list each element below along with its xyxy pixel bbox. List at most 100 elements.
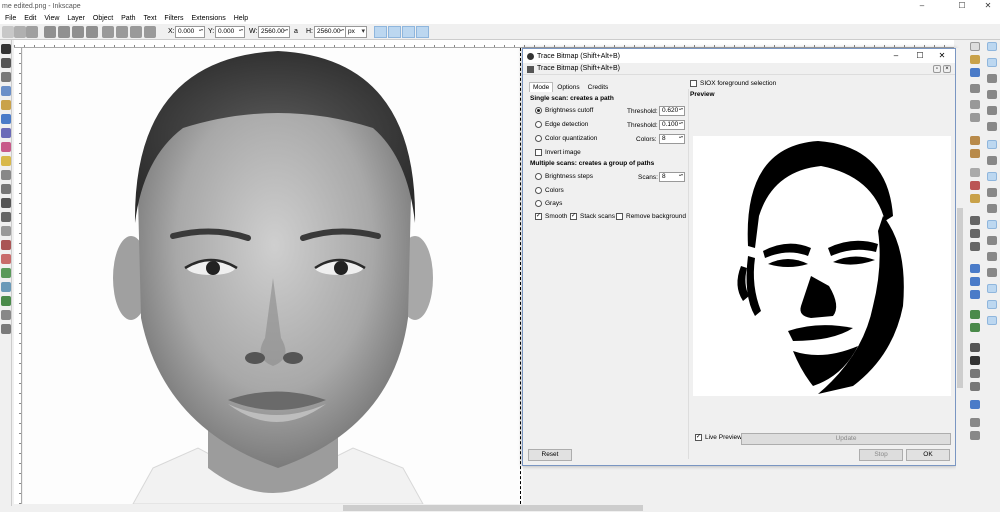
zoom-tool-icon[interactable] (1, 86, 11, 96)
ok-button[interactable]: OK (906, 449, 950, 461)
dialog-maximize-button[interactable]: ☐ (909, 49, 931, 63)
color-quantization-option[interactable]: Color quantization (535, 135, 597, 142)
dialog-minimize-button[interactable]: – (885, 49, 907, 63)
mesh-tool-icon[interactable] (1, 296, 11, 306)
dialog-pin-icon[interactable]: ▫ (933, 65, 941, 73)
star-tool-icon[interactable] (1, 156, 11, 166)
tab-credits[interactable]: Credits (584, 82, 613, 92)
spiral-tool-icon[interactable] (1, 170, 11, 180)
canvas[interactable] (23, 48, 523, 504)
x-input[interactable]: 0.000 (175, 26, 205, 38)
color-quantization-radio[interactable] (535, 135, 542, 142)
scale-corners-icon[interactable] (388, 26, 401, 38)
reset-button[interactable]: Reset (528, 449, 572, 461)
ellipse-tool-icon[interactable] (1, 142, 11, 152)
close-button[interactable]: ✕ (976, 0, 1000, 12)
tab-options[interactable]: Options (553, 82, 583, 92)
select-all-icon[interactable] (2, 26, 14, 38)
preferences-icon[interactable] (970, 418, 980, 427)
brightness-cutoff-radio[interactable] (535, 107, 542, 114)
menu-text[interactable]: Text (140, 15, 161, 22)
snap-cusp-nodes-icon[interactable] (987, 188, 997, 197)
box3d-tool-icon[interactable] (1, 128, 11, 138)
menu-edit[interactable]: Edit (20, 15, 40, 22)
text-tool-icon[interactable] (1, 226, 11, 236)
dialog-close-button[interactable]: ✕ (931, 49, 953, 63)
layers-icon[interactable] (970, 369, 980, 378)
zoom-drawing-icon[interactable] (970, 229, 980, 238)
w-input[interactable]: 2560.00 (258, 26, 290, 38)
redo-icon[interactable] (970, 149, 980, 158)
menu-extensions[interactable]: Extensions (187, 15, 229, 22)
smooth-option[interactable]: ✓ Smooth (535, 213, 567, 220)
clone-icon[interactable] (970, 277, 980, 286)
vertical-scrollbar[interactable] (956, 48, 964, 504)
menu-object[interactable]: Object (89, 15, 117, 22)
snap-bbox-midpoint-icon[interactable] (987, 106, 997, 115)
copy-icon[interactable] (970, 168, 980, 177)
y-input[interactable]: 0.000 (215, 26, 245, 38)
pen-tool-icon[interactable] (1, 198, 11, 208)
menu-path[interactable]: Path (117, 15, 139, 22)
new-document-icon[interactable] (970, 42, 980, 51)
xml-editor-icon[interactable] (970, 382, 980, 391)
spray-tool-icon[interactable] (1, 240, 11, 250)
stop-button[interactable]: Stop (859, 449, 903, 461)
move-gradients-icon[interactable] (402, 26, 415, 38)
unit-select[interactable]: px (345, 26, 367, 38)
text-font-icon[interactable] (970, 356, 980, 365)
maximize-button[interactable]: ☐ (950, 0, 974, 12)
tab-mode[interactable]: Mode (529, 82, 554, 92)
remove-background-checkbox[interactable] (616, 213, 623, 220)
snap-smooth-nodes-icon[interactable] (987, 204, 997, 213)
duplicate-icon[interactable] (970, 264, 980, 273)
snap-centers-icon[interactable] (987, 236, 997, 245)
live-preview-checkbox[interactable]: ✓ (695, 434, 702, 441)
snap-bbox-icon[interactable] (987, 58, 997, 67)
horizontal-ruler[interactable] (14, 40, 954, 48)
zoom-page-icon[interactable] (970, 242, 980, 251)
smooth-checkbox[interactable]: ✓ (535, 213, 542, 220)
edge-detection-radio[interactable] (535, 121, 542, 128)
menu-help[interactable]: Help (230, 15, 252, 22)
siox-checkbox[interactable] (690, 80, 697, 87)
snap-grid-icon[interactable] (987, 300, 997, 309)
move-patterns-icon[interactable] (416, 26, 429, 38)
snap-midpoints-icon[interactable] (987, 220, 997, 229)
vertical-scroll-thumb[interactable] (957, 208, 963, 388)
rotate-cw-icon[interactable] (58, 26, 70, 38)
export-icon[interactable] (970, 113, 980, 122)
menu-view[interactable]: View (40, 15, 63, 22)
deselect-icon[interactable] (26, 26, 38, 38)
node-tool-icon[interactable] (1, 58, 11, 68)
connector-tool-icon[interactable] (1, 324, 11, 334)
grays-radio[interactable] (535, 200, 542, 207)
dropper-tool-icon[interactable] (1, 310, 11, 320)
snap-guide-icon[interactable] (987, 316, 997, 325)
colors-scan-option[interactable]: Colors (535, 187, 564, 194)
snap-path-intersection-icon[interactable] (987, 172, 997, 181)
snap-bbox-center-icon[interactable] (987, 122, 997, 131)
snap-rotation-center-icon[interactable] (987, 252, 997, 261)
flip-vertical-icon[interactable] (86, 26, 98, 38)
menu-layer[interactable]: Layer (63, 15, 89, 22)
brightness-steps-option[interactable]: Brightness steps (535, 173, 593, 180)
update-button[interactable]: Update (741, 433, 951, 445)
rotate-ccw-icon[interactable] (44, 26, 56, 38)
scale-stroke-icon[interactable] (374, 26, 387, 38)
open-icon[interactable] (970, 55, 980, 64)
save-icon[interactable] (970, 68, 980, 77)
unlink-clone-icon[interactable] (970, 290, 980, 299)
dialog-close-small-icon[interactable]: × (943, 65, 951, 73)
siox-option[interactable]: SIOX foreground selection (690, 80, 776, 87)
snap-nodes-icon[interactable] (987, 140, 997, 149)
stack-scans-option[interactable]: ✓ Stack scans (570, 213, 615, 220)
invert-image-option[interactable]: Invert image (535, 149, 581, 156)
lock-icon[interactable]: a (294, 28, 298, 35)
minimize-button[interactable]: – (910, 0, 934, 12)
zoom-selection-icon[interactable] (970, 216, 980, 225)
snap-enable-icon[interactable] (987, 42, 997, 51)
document-properties-icon[interactable] (970, 431, 980, 440)
ungroup-icon[interactable] (970, 323, 980, 332)
snap-bbox-edge-icon[interactable] (987, 74, 997, 83)
